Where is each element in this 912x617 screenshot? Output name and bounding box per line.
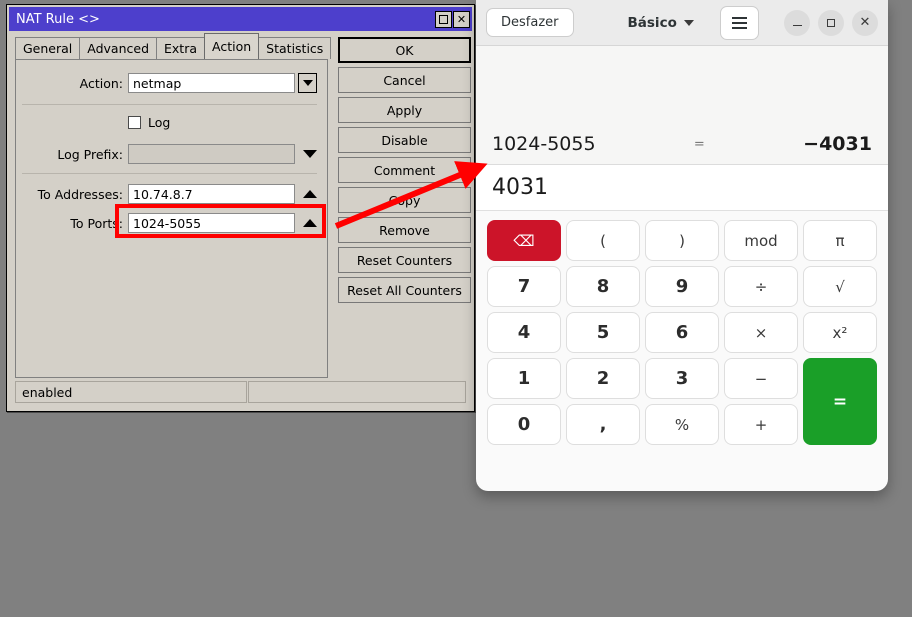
titlebar-buttons: ✕ [435, 11, 470, 28]
undo-button[interactable]: Desfazer [486, 8, 574, 37]
decimal-key[interactable]: , [566, 404, 640, 445]
button-column: OK Cancel Apply Disable Comment Copy Rem… [338, 37, 471, 307]
hamburger-menu-button[interactable] [720, 6, 759, 40]
comment-button[interactable]: Comment [338, 157, 471, 183]
ok-button[interactable]: OK [338, 37, 471, 63]
digit-3-key[interactable]: 3 [645, 358, 719, 399]
to-addresses-input[interactable]: 10.74.8.7 [128, 184, 295, 204]
multiply-key[interactable]: × [724, 312, 798, 353]
subtract-key[interactable]: − [724, 358, 798, 399]
log-prefix-input[interactable] [128, 144, 295, 164]
action-dropdown-button[interactable] [298, 73, 317, 93]
log-prefix-dropdown-button[interactable] [303, 150, 317, 158]
action-input[interactable]: netmap [128, 73, 295, 93]
add-key[interactable]: + [724, 404, 798, 445]
tab-action[interactable]: Action [204, 33, 259, 59]
chevron-down-icon [303, 150, 317, 158]
calculator-window: Desfazer Básico ✕ 1024-5055 = −4031 4031 [476, 0, 888, 491]
calculator-display: 1024-5055 = −4031 [476, 46, 888, 165]
digit-6-key[interactable]: 6 [645, 312, 719, 353]
to-ports-input[interactable]: 1024-5055 [128, 213, 295, 233]
pi-key[interactable]: π [803, 220, 877, 261]
history-equals-sign: = [694, 137, 705, 152]
maximize-icon[interactable] [435, 11, 452, 28]
backspace-key[interactable]: ⌫ [487, 220, 561, 261]
status-bar: enabled [15, 381, 466, 403]
divider-middle [22, 173, 317, 174]
square-key[interactable]: x² [803, 312, 877, 353]
reset-counters-button[interactable]: Reset Counters [338, 247, 471, 273]
to-addresses-stepper[interactable] [303, 190, 317, 198]
open-paren-key[interactable]: ( [566, 220, 640, 261]
digit-0-key[interactable]: 0 [487, 404, 561, 445]
digit-4-key[interactable]: 4 [487, 312, 561, 353]
to-ports-label: To Ports: [16, 216, 123, 231]
history-row[interactable]: 1024-5055 = −4031 [476, 124, 888, 165]
digit-8-key[interactable]: 8 [566, 266, 640, 307]
to-addresses-label: To Addresses: [16, 187, 123, 202]
chevron-up-icon [303, 190, 317, 198]
maximize-button[interactable] [818, 10, 844, 36]
action-label: Action: [16, 76, 123, 91]
digit-2-key[interactable]: 2 [566, 358, 640, 399]
divide-key[interactable]: ÷ [724, 266, 798, 307]
percent-key[interactable]: % [645, 404, 719, 445]
to-addresses-row: To Addresses: 10.74.8.7 [16, 184, 321, 204]
remove-button[interactable]: Remove [338, 217, 471, 243]
digit-9-key[interactable]: 9 [645, 266, 719, 307]
tab-extra[interactable]: Extra [156, 37, 205, 59]
mod-key[interactable]: mod [724, 220, 798, 261]
action-row: Action: netmap [16, 73, 321, 93]
nat-rule-window: NAT Rule <> ✕ General Advanced Extra Act… [6, 4, 475, 412]
equals-key[interactable]: = [803, 358, 877, 445]
chevron-down-icon [684, 20, 694, 26]
entry-value: 4031 [492, 175, 548, 200]
desktop: NAT Rule <> ✕ General Advanced Extra Act… [0, 0, 912, 617]
reset-all-counters-button[interactable]: Reset All Counters [338, 277, 471, 303]
divider-top [22, 104, 317, 105]
history-expression: 1024-5055 [492, 133, 596, 155]
log-label: Log [148, 115, 170, 130]
log-checkbox[interactable] [128, 116, 141, 129]
history-result: −4031 [803, 133, 872, 155]
minimize-button[interactable] [784, 10, 810, 36]
window-controls: ✕ [784, 10, 878, 36]
calculator-header: Desfazer Básico ✕ [476, 0, 888, 46]
tab-general[interactable]: General [15, 37, 80, 59]
to-ports-stepper[interactable] [303, 219, 317, 227]
digit-1-key[interactable]: 1 [487, 358, 561, 399]
digit-7-key[interactable]: 7 [487, 266, 561, 307]
digit-5-key[interactable]: 5 [566, 312, 640, 353]
close-icon[interactable]: ✕ [453, 11, 470, 28]
nat-titlebar: NAT Rule <> ✕ [9, 7, 472, 31]
copy-button[interactable]: Copy [338, 187, 471, 213]
mode-selector[interactable]: Básico [628, 15, 694, 31]
chevron-down-icon [303, 80, 313, 86]
disable-button[interactable]: Disable [338, 127, 471, 153]
apply-button[interactable]: Apply [338, 97, 471, 123]
tab-advanced[interactable]: Advanced [79, 37, 157, 59]
window-title: NAT Rule <> [16, 12, 100, 27]
log-prefix-row: Log Prefix: [16, 144, 321, 164]
log-row: Log [16, 115, 170, 130]
status-enabled: enabled [15, 381, 247, 403]
chevron-up-icon [303, 219, 317, 227]
cancel-button[interactable]: Cancel [338, 67, 471, 93]
entry-row[interactable]: 4031 [476, 165, 888, 211]
calculator-keypad: ⌫ ( ) mod π 7 8 9 ÷ √ 4 5 6 × x² 1 2 3 −… [476, 211, 888, 457]
close-button[interactable]: ✕ [852, 10, 878, 36]
backspace-icon: ⌫ [513, 232, 534, 250]
close-paren-key[interactable]: ) [645, 220, 719, 261]
action-tab-panel: Action: netmap Log Log Prefix: [15, 59, 328, 378]
sqrt-key[interactable]: √ [803, 266, 877, 307]
to-ports-row: To Ports: 1024-5055 [16, 213, 321, 233]
tab-statistics[interactable]: Statistics [258, 37, 331, 59]
log-prefix-label: Log Prefix: [16, 147, 123, 162]
status-secondary [248, 381, 466, 403]
mode-label: Básico [628, 15, 677, 31]
